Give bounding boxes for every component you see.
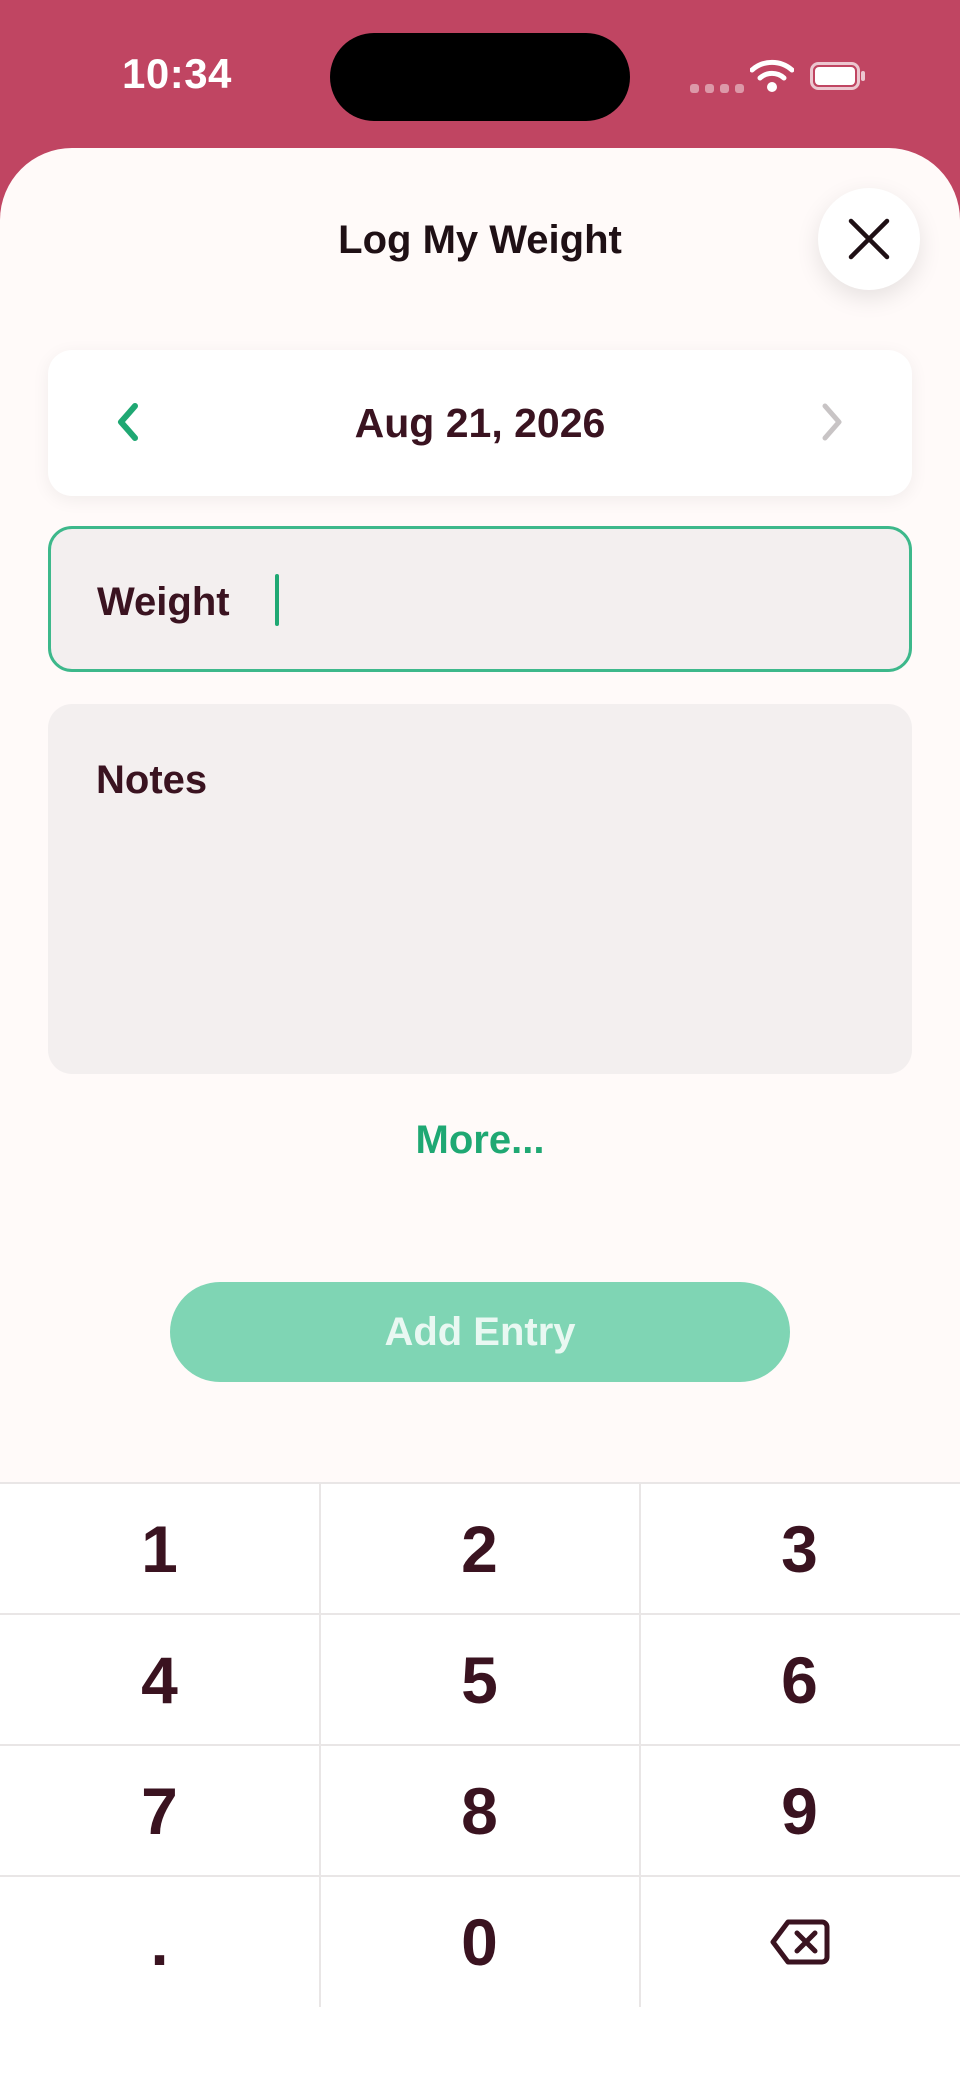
key-decimal[interactable]: . [0, 1877, 321, 2007]
notes-field[interactable]: Notes [48, 704, 912, 1074]
key-0[interactable]: 0 [320, 1877, 641, 2007]
key-7[interactable]: 7 [0, 1746, 321, 1876]
status-bar: 10:34 [0, 0, 960, 150]
keypad-row: 4 5 6 [0, 1615, 960, 1746]
chevron-right-icon [822, 403, 842, 441]
more-options-link[interactable]: More... [0, 1118, 960, 1163]
keypad-row: 7 8 9 [0, 1746, 960, 1877]
weight-field[interactable]: Weight [48, 526, 912, 672]
close-button[interactable] [818, 188, 920, 290]
numeric-keypad: 1 2 3 4 5 6 7 8 9 . 0 [0, 1482, 960, 2089]
notes-label: Notes [96, 758, 208, 802]
delete-key[interactable] [640, 1877, 959, 2007]
key-6[interactable]: 6 [640, 1615, 959, 1745]
key-2[interactable]: 2 [320, 1484, 641, 1614]
keypad-row: . 0 [0, 1877, 960, 2008]
date-picker: Aug 21, 2026 [48, 350, 912, 496]
sheet-title: Log My Weight [338, 218, 622, 262]
status-time: 10:34 [122, 50, 232, 97]
key-5[interactable]: 5 [320, 1615, 641, 1745]
key-4[interactable]: 4 [0, 1615, 321, 1745]
backspace-icon [770, 1919, 829, 1965]
next-date-button[interactable] [804, 394, 860, 450]
key-3[interactable]: 3 [640, 1484, 959, 1614]
weight-label: Weight [97, 580, 230, 624]
text-cursor [275, 574, 279, 626]
add-entry-button[interactable]: Add Entry [170, 1282, 790, 1382]
dynamic-island [330, 33, 630, 121]
battery-icon [810, 62, 865, 90]
wifi-icon [750, 59, 794, 92]
keypad-row: 1 2 3 [0, 1484, 960, 1615]
key-8[interactable]: 8 [320, 1746, 641, 1876]
cellular-signal-icon [690, 84, 744, 93]
key-1[interactable]: 1 [0, 1484, 321, 1614]
selected-date[interactable]: Aug 21, 2026 [48, 400, 912, 447]
close-icon [848, 218, 890, 260]
key-9[interactable]: 9 [640, 1746, 959, 1876]
